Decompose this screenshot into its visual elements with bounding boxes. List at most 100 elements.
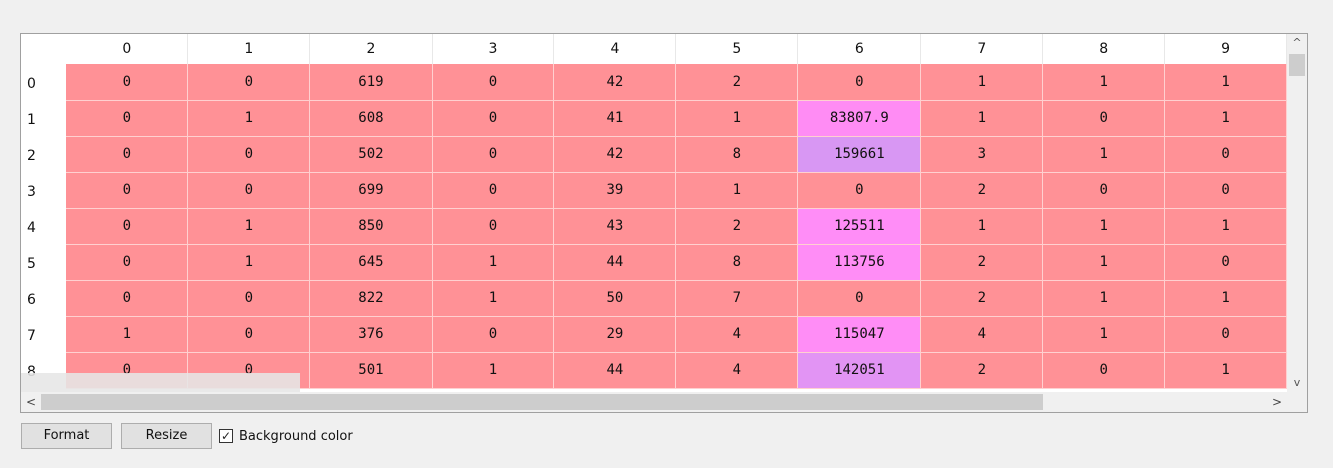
table-cell[interactable]: 0 <box>187 172 311 209</box>
table-cell[interactable]: 608 <box>309 100 433 137</box>
table-cell[interactable]: 1 <box>432 244 555 281</box>
table-cell[interactable]: 850 <box>309 208 433 245</box>
table-cell[interactable]: 4 <box>675 316 799 353</box>
table-cell[interactable]: 1 <box>66 316 189 353</box>
table-cell[interactable]: 113756 <box>797 244 922 281</box>
table-row[interactable]: 7 1 0 376 0 29 4 115047 4 1 0 <box>21 316 1287 353</box>
column-header[interactable]: 9 <box>1164 34 1287 64</box>
table-cell[interactable]: 142051 <box>797 352 922 389</box>
table-cell[interactable]: 645 <box>309 244 433 281</box>
table-cell[interactable]: 1 <box>1042 280 1166 317</box>
table-cell[interactable]: 2 <box>675 208 799 245</box>
row-index-header[interactable]: 0 <box>21 64 67 100</box>
table-cell[interactable]: 0 <box>1164 316 1287 353</box>
table-cell[interactable]: 43 <box>553 208 677 245</box>
table-cell[interactable]: 0 <box>432 136 555 173</box>
table-cell[interactable]: 0 <box>66 172 189 209</box>
table-cell[interactable]: 0 <box>187 64 311 101</box>
column-header[interactable]: 0 <box>66 34 189 64</box>
table-cell[interactable]: 1 <box>432 280 555 317</box>
table-cell[interactable]: 501 <box>309 352 433 389</box>
table-cell[interactable]: 0 <box>432 316 555 353</box>
column-header[interactable]: 1 <box>187 34 311 64</box>
table-row[interactable]: 4 0 1 850 0 43 2 125511 1 1 1 <box>21 208 1287 245</box>
column-header[interactable]: 5 <box>675 34 799 64</box>
format-button[interactable]: Format <box>21 423 112 449</box>
table-cell[interactable]: 7 <box>675 280 799 317</box>
table-row[interactable]: 5 0 1 645 1 44 8 113756 2 1 0 <box>21 244 1287 281</box>
table-cell[interactable]: 3 <box>920 136 1044 173</box>
row-index-header[interactable]: 7 <box>21 316 67 352</box>
table-cell[interactable]: 0 <box>797 280 922 317</box>
horizontal-scroll-thumb[interactable] <box>41 394 1043 410</box>
column-header[interactable]: 6 <box>797 34 922 64</box>
table-cell[interactable]: 1 <box>675 100 799 137</box>
dataframe-table[interactable]: 0123456789 0 0 0 619 0 42 2 0 1 1 1 1 0 1 608 0 41 1 83807… <box>21 34 1287 389</box>
row-index-header[interactable]: 2 <box>21 136 67 172</box>
table-cell[interactable]: 0 <box>187 136 311 173</box>
table-row[interactable]: 2 0 0 502 0 42 8 159661 3 1 0 <box>21 136 1287 173</box>
table-cell[interactable]: 1 <box>1164 352 1287 389</box>
table-cell[interactable]: 0 <box>432 172 555 209</box>
table-cell[interactable]: 1 <box>1164 100 1287 137</box>
table-cell[interactable]: 1 <box>675 172 799 209</box>
table-cell[interactable]: 0 <box>432 64 555 101</box>
table-row[interactable]: 6 0 0 822 1 50 7 0 2 1 1 <box>21 280 1287 317</box>
table-cell[interactable]: 699 <box>309 172 433 209</box>
table-cell[interactable]: 4 <box>920 316 1044 353</box>
column-header[interactable]: 8 <box>1042 34 1166 64</box>
column-header[interactable]: 7 <box>920 34 1044 64</box>
column-header[interactable]: 3 <box>432 34 555 64</box>
table-cell[interactable]: 2 <box>920 172 1044 209</box>
table-cell[interactable]: 42 <box>553 64 677 101</box>
scroll-down-icon[interactable]: v <box>1287 374 1307 392</box>
scroll-up-icon[interactable]: ^ <box>1287 34 1307 52</box>
table-cell[interactable]: 1 <box>187 208 311 245</box>
table-cell[interactable]: 1 <box>920 64 1044 101</box>
row-index-header[interactable]: 1 <box>21 100 67 136</box>
resize-button[interactable]: Resize <box>121 423 212 449</box>
table-cell[interactable]: 1 <box>187 244 311 281</box>
table-row[interactable]: 3 0 0 699 0 39 1 0 2 0 0 <box>21 172 1287 209</box>
table-cell[interactable]: 0 <box>1164 136 1287 173</box>
table-row[interactable]: 1 0 1 608 0 41 1 83807.9 1 0 1 <box>21 100 1287 137</box>
table-row[interactable]: 0 0 0 619 0 42 2 0 1 1 1 <box>21 64 1287 101</box>
scroll-left-icon[interactable]: < <box>21 392 41 412</box>
table-cell[interactable]: 125511 <box>797 208 922 245</box>
table-cell[interactable]: 2 <box>920 244 1044 281</box>
table-cell[interactable]: 42 <box>553 136 677 173</box>
table-cell[interactable]: 2 <box>920 280 1044 317</box>
row-index-header[interactable]: 4 <box>21 208 67 244</box>
table-cell[interactable]: 8 <box>675 244 799 281</box>
table-cell[interactable]: 0 <box>1164 172 1287 209</box>
table-cell[interactable]: 1 <box>1042 316 1166 353</box>
table-cell[interactable]: 4 <box>675 352 799 389</box>
table-cell[interactable]: 0 <box>1164 244 1287 281</box>
table-cell[interactable]: 115047 <box>797 316 922 353</box>
scroll-right-icon[interactable]: > <box>1267 392 1287 412</box>
row-index-header[interactable]: 6 <box>21 280 67 316</box>
table-cell[interactable]: 0 <box>66 280 189 317</box>
row-index-header[interactable]: 5 <box>21 244 67 280</box>
table-cell[interactable]: 0 <box>1042 172 1166 209</box>
table-cell[interactable]: 29 <box>553 316 677 353</box>
table-cell[interactable]: 0 <box>66 100 189 137</box>
table-cell[interactable]: 1 <box>1042 244 1166 281</box>
table-cell[interactable]: 41 <box>553 100 677 137</box>
column-header[interactable]: 2 <box>309 34 433 64</box>
background-color-toggle[interactable]: ✓ Background color <box>219 427 353 445</box>
table-cell[interactable]: 1 <box>432 352 555 389</box>
table-cell[interactable]: 0 <box>432 100 555 137</box>
table-cell[interactable]: 2 <box>675 64 799 101</box>
table-cell[interactable]: 0 <box>66 208 189 245</box>
table-cell[interactable]: 619 <box>309 64 433 101</box>
table-cell[interactable]: 50 <box>553 280 677 317</box>
table-cell[interactable]: 376 <box>309 316 433 353</box>
column-header[interactable]: 4 <box>553 34 677 64</box>
table-cell[interactable]: 1 <box>1042 64 1166 101</box>
table-cell[interactable]: 1 <box>920 100 1044 137</box>
table-cell[interactable]: 44 <box>553 352 677 389</box>
table-cell[interactable]: 822 <box>309 280 433 317</box>
grid-viewport[interactable]: 0123456789 0 0 0 619 0 42 2 0 1 1 1 1 0 1 608 0 41 1 83807… <box>21 34 1287 394</box>
table-cell[interactable]: 0 <box>66 136 189 173</box>
